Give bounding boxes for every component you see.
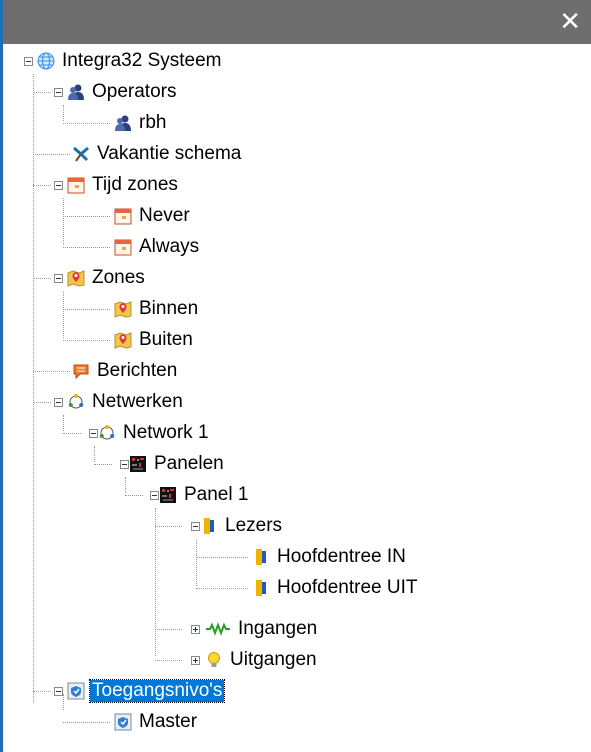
tree-node-label: Vakantie schema [97,143,242,164]
tree-node-vakantie[interactable]: Vakantie schema [72,139,243,169]
shield-badge-icon [114,713,132,731]
tree-node-binnen[interactable]: Binnen [114,294,200,324]
tree-node-label: Toegangsnivo's [88,679,226,703]
card-reader-icon [252,579,270,597]
expand-toggle-uitgangen[interactable] [191,656,200,665]
tree-node-label: Never [139,205,190,226]
tree-node-label: Ingangen [238,618,318,639]
tree-node-zones[interactable]: Zones [67,263,147,293]
globe-icon [37,52,55,70]
collapse-toggle-lezers[interactable] [191,522,200,531]
tree-node-label: Always [139,236,200,257]
collapse-toggle-toegangsnivos[interactable] [54,687,63,696]
tree-node-label: Berichten [97,360,178,381]
network-icon [67,393,85,411]
tree-node-operators[interactable]: Operators [67,77,178,107]
tree-panel: ✕ Integra32 Systeem Operators rbh Vakant… [0,0,591,752]
users-icon [67,83,85,101]
tree-node-master[interactable]: Master [114,707,199,737]
card-reader-icon [200,517,218,535]
tree-node-berichten[interactable]: Berichten [72,356,179,386]
tree-node-lezers[interactable]: Lezers [200,511,284,541]
map-pin-icon [114,331,132,349]
tree-node-label: Panelen [154,453,224,474]
card-reader-icon [252,548,270,566]
tree-node-hoofdentree-uit[interactable]: Hoofdentree UIT [252,573,419,603]
tree-node-label: Netwerken [92,391,183,412]
map-pin-icon [114,300,132,318]
tree-node-label: Zones [92,267,145,288]
tree-node-label: Master [139,711,198,732]
tree-node-uitgangen[interactable]: Uitgangen [205,645,319,675]
tree-node-label: Lezers [225,515,283,536]
tree-node-panel1[interactable]: Panel 1 [159,480,250,510]
network-icon [98,424,116,442]
collapse-toggle-operators[interactable] [54,88,63,97]
tree-node-panelen[interactable]: Panelen [129,449,226,479]
tree-node-label: Hoofdentree IN [277,546,406,567]
tree-node-netwerken[interactable]: Netwerken [67,387,185,417]
tree-view[interactable]: Integra32 Systeem Operators rbh Vakantie… [3,44,591,752]
collapse-toggle-tijdzones[interactable] [54,181,63,190]
collapse-toggle-zones[interactable] [54,274,63,283]
tree-node-label: Operators [92,81,177,102]
calendar-icon [114,207,132,225]
tree-node-network1[interactable]: Network 1 [98,418,211,448]
tree-node-label: Binnen [139,298,199,319]
tree-node-tijdzones[interactable]: Tijd zones [67,170,180,200]
collapse-toggle-network1[interactable] [89,429,98,438]
calendar-icon [67,176,85,194]
input-signal-icon [205,620,231,638]
tree-node-label: Integra32 Systeem [62,50,222,71]
tree-node-label: Panel 1 [184,484,249,505]
message-icon [72,362,90,380]
tree-node-label: Tijd zones [92,174,178,195]
tree-node-never[interactable]: Never [114,201,192,231]
tree-node-root[interactable]: Integra32 Systeem [37,46,223,76]
tree-node-label: Uitgangen [230,649,317,670]
tree-node-label: Network 1 [123,422,209,443]
calendar-icon [114,238,132,256]
collapse-toggle-panelen[interactable] [120,460,129,469]
tree-node-label: Buiten [139,329,193,350]
user-icon [114,114,132,132]
tree-node-always[interactable]: Always [114,232,201,262]
expand-toggle-ingangen[interactable] [191,625,200,634]
tree-node-label: Hoofdentree UIT [277,577,418,598]
tree-node-toegangsnivos[interactable]: Toegangsnivo's [67,676,226,706]
collapse-toggle-root[interactable] [24,57,33,66]
circuit-board-icon [159,486,177,504]
tree-node-ingangen[interactable]: Ingangen [205,614,319,644]
circuit-board-icon [129,455,147,473]
tree-node-label: rbh [139,112,167,133]
tree-node-hoofdentree-in[interactable]: Hoofdentree IN [252,542,408,572]
shield-badge-icon [67,682,85,700]
light-bulb-icon [205,651,223,669]
collapse-toggle-panel1[interactable] [150,491,159,500]
tree-node-rbh[interactable]: rbh [114,108,168,138]
map-pin-icon [67,269,85,287]
palm-tree-icon [72,145,90,163]
tree-node-buiten[interactable]: Buiten [114,325,195,355]
close-icon[interactable]: ✕ [559,8,581,34]
panel-titlebar: ✕ [3,0,591,44]
collapse-toggle-netwerken[interactable] [54,398,63,407]
